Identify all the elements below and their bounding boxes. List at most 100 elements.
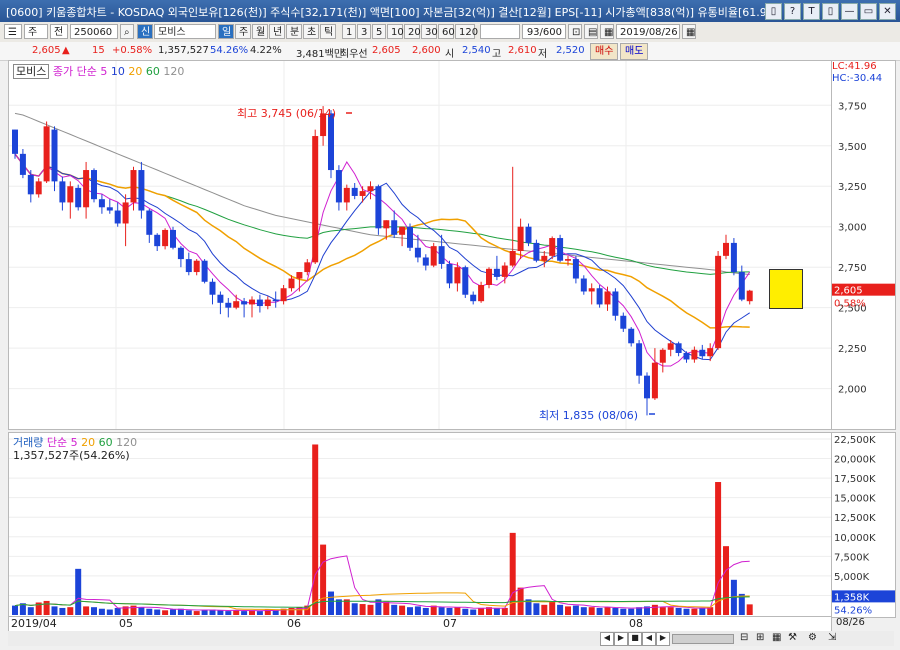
tab-tick[interactable]: 틱 — [320, 24, 336, 39]
forward-icon[interactable]: ▶ — [656, 632, 670, 646]
layout-icon[interactable]: ▦ — [772, 632, 786, 644]
volume-bar — [83, 606, 90, 615]
price-tick-label: 3,250 — [838, 182, 867, 193]
ma10-line — [14, 153, 750, 361]
close-button[interactable]: ✕ — [879, 3, 896, 20]
bid-price: 2,605 — [372, 45, 401, 56]
rewind-icon[interactable]: ◀ — [642, 632, 656, 646]
stock-name-field[interactable]: 모비스 — [154, 24, 216, 39]
volume-bar — [367, 604, 374, 615]
help-button[interactable]: ? — [784, 3, 801, 20]
interval-120[interactable]: 120 — [455, 24, 478, 39]
candle — [383, 220, 390, 229]
minimize-button[interactable]: — — [841, 3, 858, 20]
period-select[interactable]: 주 — [24, 24, 48, 39]
candle — [557, 238, 564, 261]
candle — [27, 174, 34, 195]
sell-button[interactable]: 매도 — [620, 43, 649, 60]
candle — [746, 290, 753, 302]
candle — [19, 153, 26, 175]
volume-bar — [596, 607, 603, 615]
tab-yearly[interactable]: 년 — [269, 24, 285, 39]
scroll-left-icon[interactable]: ◀ — [600, 632, 614, 646]
turnover: 4.22% — [250, 45, 282, 56]
window-button-1[interactable]: ▯ — [765, 3, 782, 20]
interval-3[interactable]: 3 — [357, 24, 371, 39]
volume-bar — [620, 608, 627, 615]
chart-type-select[interactable]: 전 — [50, 24, 68, 39]
candle — [683, 353, 690, 360]
price-chart[interactable] — [9, 61, 831, 429]
candle — [565, 259, 571, 261]
candle — [154, 234, 161, 247]
calendar-icon[interactable]: ▦ — [682, 24, 696, 39]
menu-icon[interactable]: ☰ — [4, 24, 22, 39]
candle — [438, 246, 445, 264]
candle — [636, 343, 643, 376]
candle — [177, 247, 184, 260]
date-input[interactable]: 2019/08/26 — [616, 24, 680, 39]
candle — [462, 267, 469, 295]
scroll-right-icon[interactable]: ▶ — [614, 632, 628, 646]
volume-axis: 22,500K 20,000K 17,500K 15,000K 12,500K 10,00… — [831, 432, 896, 618]
lock-icon[interactable]: ⊡ — [568, 24, 582, 39]
zoom-in-icon[interactable]: ⊞ — [756, 632, 770, 644]
candle — [296, 272, 303, 279]
volume-bar — [723, 546, 729, 615]
volume-bar — [98, 608, 105, 615]
candle — [399, 226, 406, 235]
text-button[interactable]: T — [803, 3, 820, 20]
tab-second[interactable]: 초 — [303, 24, 319, 39]
settings-icon[interactable]: ⚙ — [808, 632, 822, 644]
volume-ratio: 54.26% — [210, 45, 249, 56]
expand-icon[interactable]: ⇲ — [828, 632, 842, 644]
current-volume-label: 1,358K — [834, 592, 870, 603]
tab-minute[interactable]: 분 — [286, 24, 302, 39]
volume-bar — [146, 608, 153, 615]
chart-scrollbar[interactable]: ◀ ▶ ■ ◀ ▶ ⊟ ⊞ ▦ ⚒ ⚙ ⇲ — [8, 631, 894, 646]
window-titlebar: [0600] 키움종합차트 - KOSDAQ 외국인보유[126(천)] 주식수… — [0, 0, 900, 22]
candle — [288, 278, 295, 289]
interval-10[interactable]: 10 — [387, 24, 404, 39]
count-field[interactable]: 93/600 — [522, 24, 566, 39]
candle — [509, 251, 516, 266]
price-chart-panel[interactable]: 모비스 종가 단순 5 10 20 60 120 최고 3,745 (06/14… — [8, 60, 832, 430]
volume-bar — [162, 610, 169, 615]
tab-daily[interactable]: 일 — [218, 24, 234, 39]
maximize-button[interactable]: ▭ — [860, 3, 877, 20]
interval-60[interactable]: 60 — [438, 24, 455, 39]
volume-tick-label: 15,000K — [834, 494, 876, 505]
search-icon[interactable]: ⌕ — [120, 24, 134, 39]
tool-icon[interactable]: ⚒ — [788, 632, 802, 644]
code-input[interactable]: 250060 — [70, 24, 118, 39]
volume-bar — [67, 607, 74, 615]
interval-1[interactable]: 1 — [342, 24, 356, 39]
volume-bar — [557, 604, 564, 615]
interval-30[interactable]: 30 — [421, 24, 438, 39]
date-label-apr: 2019/04 — [11, 617, 57, 630]
interval-custom-input[interactable] — [480, 24, 520, 39]
stop-icon[interactable]: ■ — [628, 632, 642, 646]
save-icon[interactable]: ▤ — [584, 24, 598, 39]
candle — [170, 229, 176, 248]
interval-5[interactable]: 5 — [372, 24, 386, 39]
candle — [98, 199, 105, 208]
buy-button[interactable]: 매수 — [590, 43, 619, 60]
candle — [541, 255, 548, 261]
candle — [193, 260, 200, 273]
grid-icon[interactable]: ▦ — [600, 24, 614, 39]
scroll-thumb[interactable] — [672, 634, 734, 644]
tab-weekly[interactable]: 주 — [235, 24, 251, 39]
highlight-box[interactable] — [769, 269, 803, 309]
interval-20[interactable]: 20 — [404, 24, 421, 39]
open-price: 2,540 — [462, 45, 491, 56]
tab-monthly[interactable]: 월 — [252, 24, 268, 39]
price-axis: 3,750 3,500 3,250 3,000 2,750 2,500 2,250 2,000… — [831, 60, 896, 430]
volume-chart-panel[interactable]: 거래량 단순 5 20 60 120 1,357,527주(54.26%) — [8, 432, 832, 618]
new-tag: 신 — [137, 24, 153, 39]
zoom-out-icon[interactable]: ⊟ — [740, 632, 754, 644]
window-button-2[interactable]: ▯ — [822, 3, 839, 20]
candle — [533, 242, 540, 261]
candle — [359, 191, 366, 196]
volume-chart[interactable] — [9, 433, 831, 617]
